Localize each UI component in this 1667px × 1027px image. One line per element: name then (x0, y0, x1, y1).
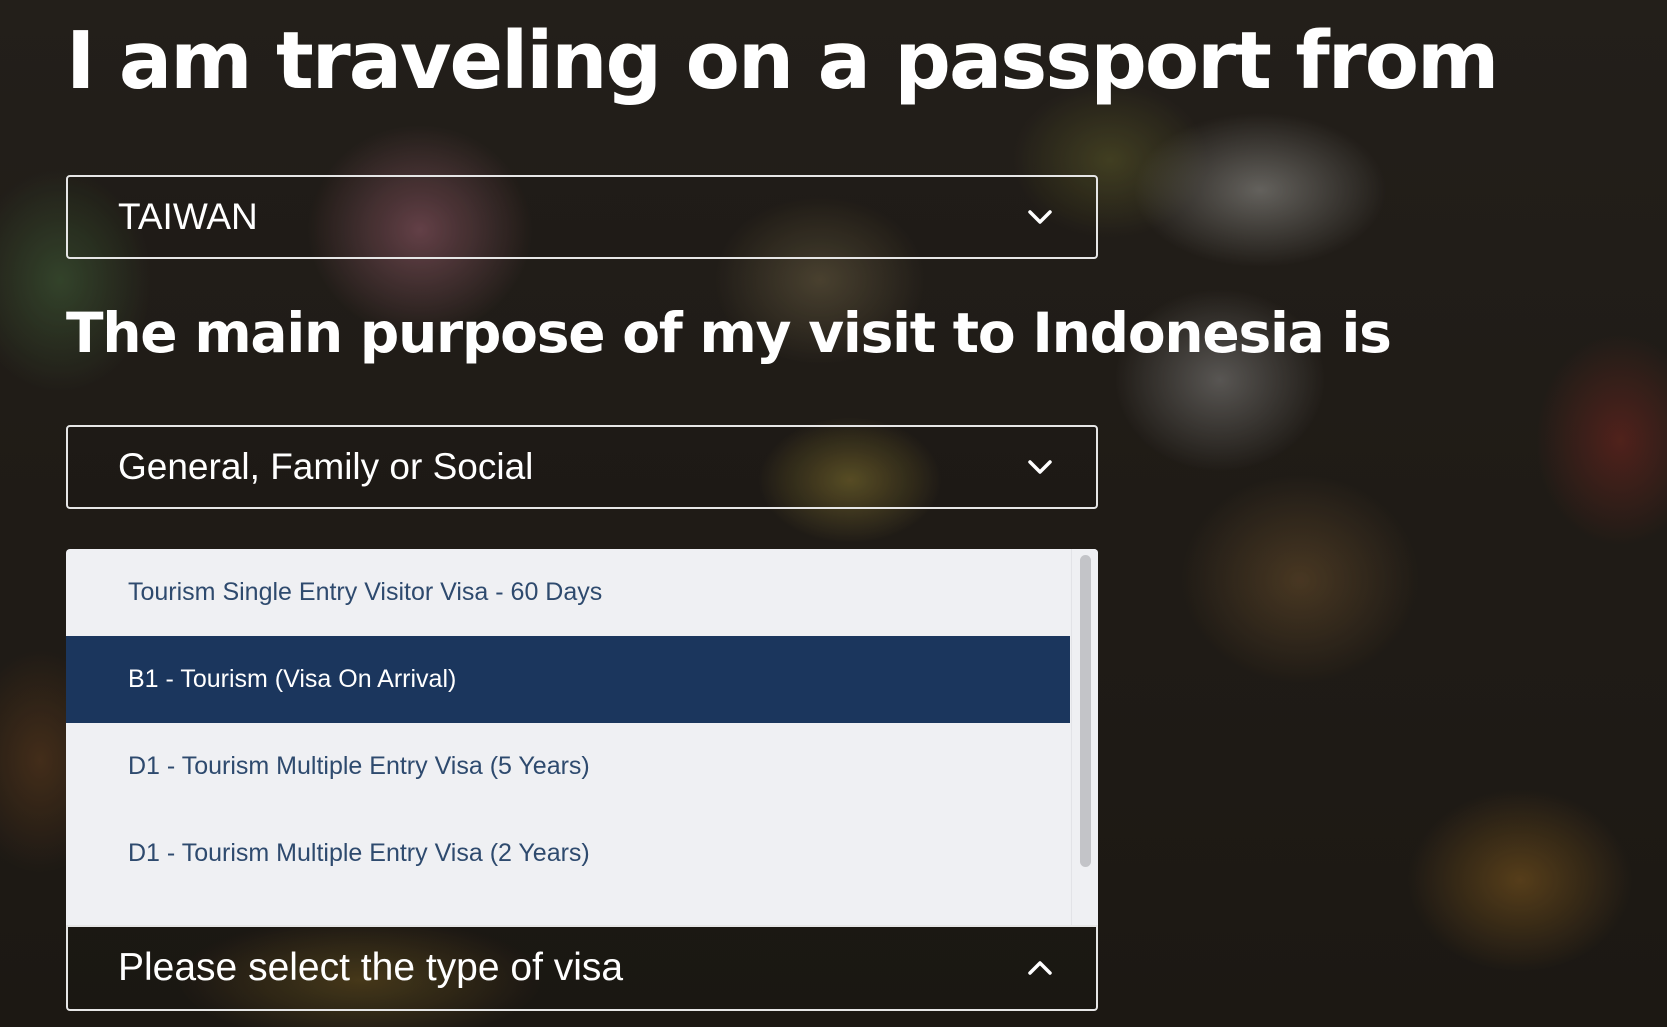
purpose-heading: The main purpose of my visit to Indonesi… (66, 301, 1392, 365)
visa-option-b1-visa-on-arrival[interactable]: B1 - Tourism (Visa On Arrival) (66, 636, 1070, 723)
dropdown-scrollbar-thumb[interactable] (1080, 555, 1091, 867)
visa-selection-page: I am traveling on a passport from TAIWAN… (0, 0, 1667, 1027)
visa-option-d1-2-years[interactable]: D1 - Tourism Multiple Entry Visa (2 Year… (66, 810, 1070, 897)
dropdown-scrollbar[interactable] (1071, 549, 1098, 925)
visa-type-placeholder: Please select the type of visa (118, 946, 624, 989)
country-select[interactable]: TAIWAN (66, 175, 1098, 259)
visa-type-select[interactable]: Please select the type of visa (66, 925, 1098, 1011)
purpose-select-value: General, Family or Social (118, 446, 534, 487)
visa-option-d1-5-years[interactable]: D1 - Tourism Multiple Entry Visa (5 Year… (66, 723, 1070, 810)
passport-heading: I am traveling on a passport from (66, 15, 1499, 107)
visa-type-dropdown-list: Tourism Single Entry Visitor Visa - 60 D… (66, 549, 1098, 925)
chevron-up-icon (1018, 946, 1062, 990)
purpose-select[interactable]: General, Family or Social (66, 425, 1098, 509)
chevron-down-icon (1018, 445, 1062, 489)
chevron-down-icon (1018, 195, 1062, 239)
country-select-value: TAIWAN (118, 196, 258, 237)
visa-option-tourism-single-entry[interactable]: Tourism Single Entry Visitor Visa - 60 D… (66, 549, 1070, 636)
